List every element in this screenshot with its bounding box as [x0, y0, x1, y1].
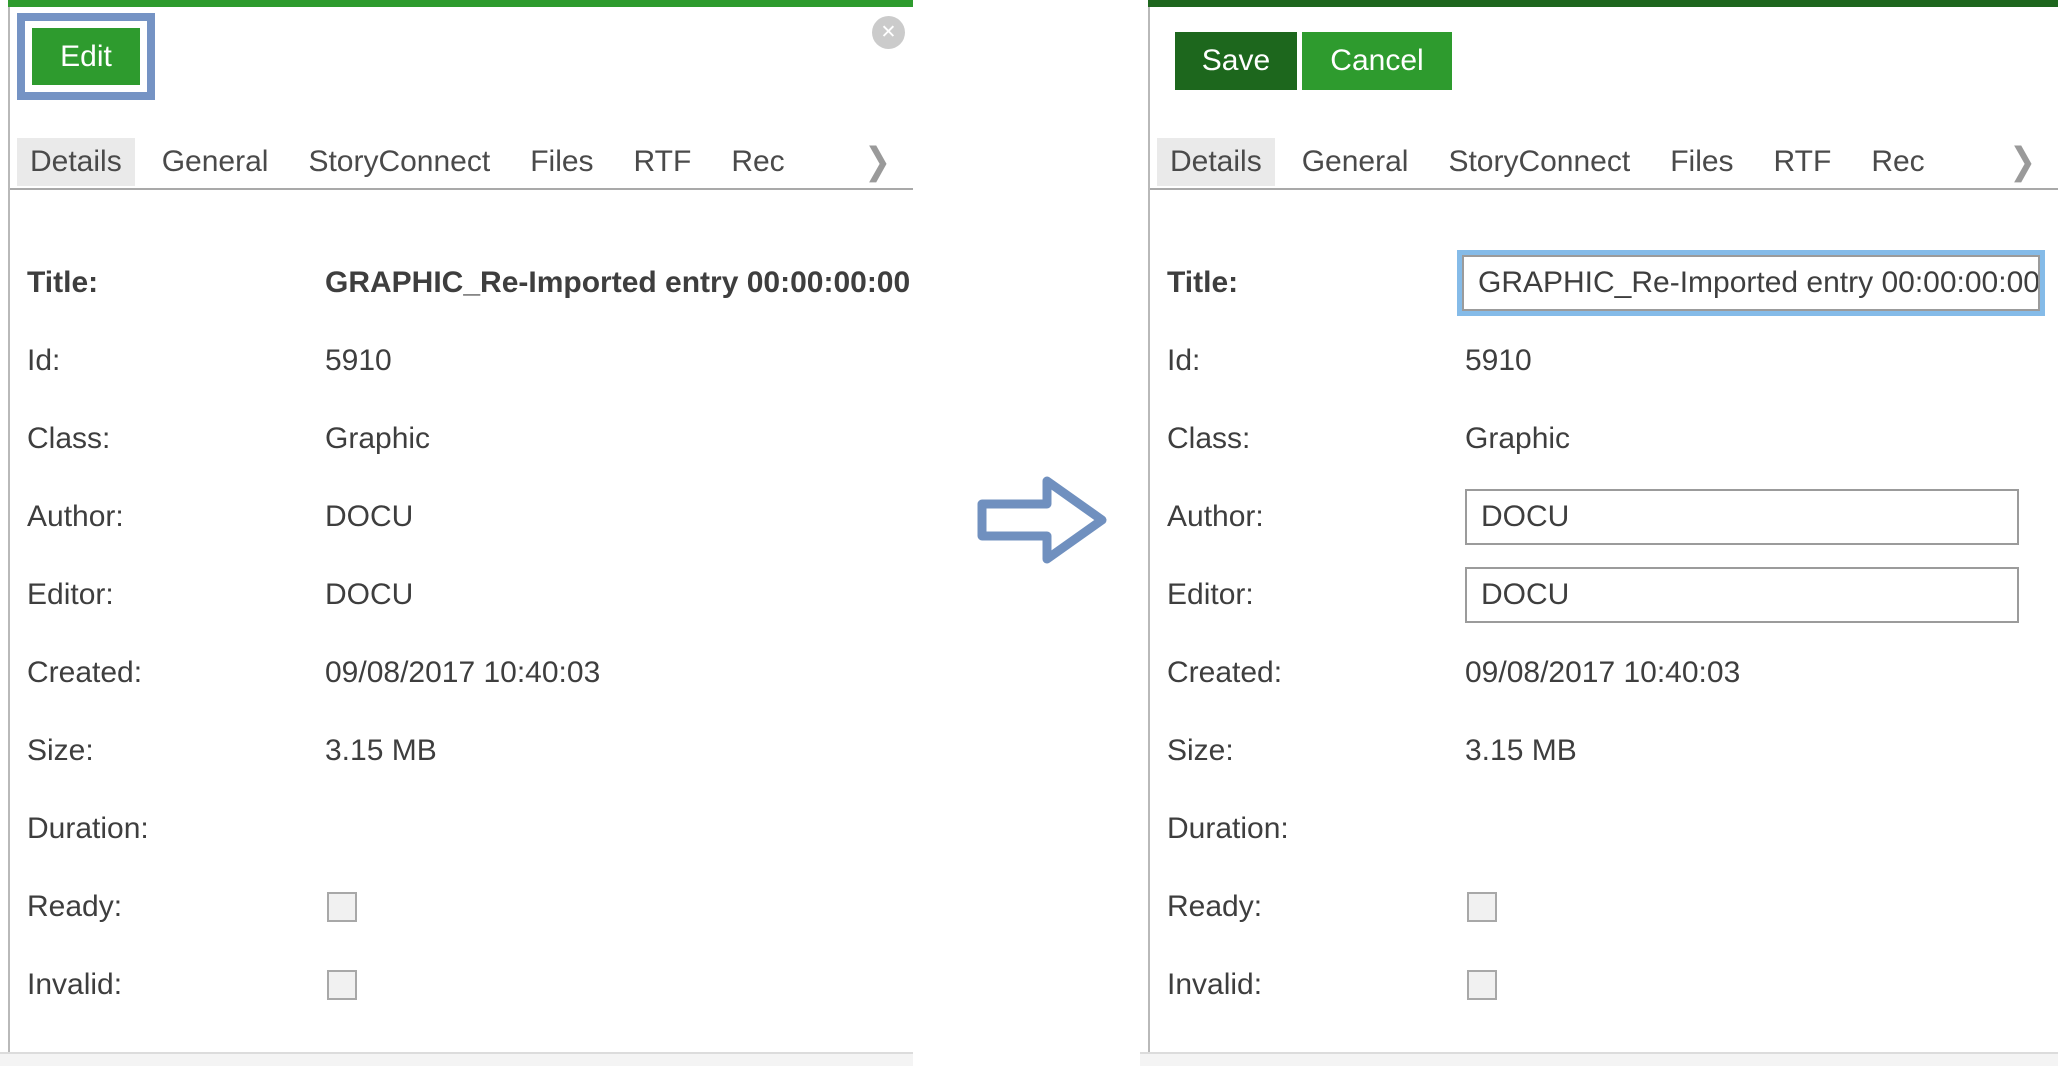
- tab-details[interactable]: Details: [17, 138, 135, 186]
- tab-files[interactable]: Files: [517, 138, 606, 186]
- field-value-author: DOCU: [325, 500, 413, 534]
- field-value-id: 5910: [1465, 344, 1532, 378]
- field-label-ready: Ready:: [1167, 890, 1465, 924]
- field-value-class: Graphic: [325, 422, 430, 456]
- field-value-class: Graphic: [1465, 422, 1570, 456]
- field-row-invalid: Invalid:: [10, 946, 913, 1024]
- field-value-size: 3.15 MB: [1465, 734, 1577, 768]
- field-label-class: Class:: [27, 422, 325, 456]
- horizontal-scrollbar[interactable]: [1140, 1052, 2058, 1066]
- field-row-editor: Editor:DOCU: [10, 556, 913, 634]
- field-row-author: Author:DOCU: [10, 478, 913, 556]
- field-value-editor: DOCU: [325, 578, 413, 612]
- invalid-checkbox-unchecked[interactable]: [1467, 970, 1497, 1000]
- field-row-size: Size:3.15 MB: [1150, 712, 2058, 790]
- field-label-duration: Duration:: [27, 812, 325, 846]
- input-value: GRAPHIC_Re-Imported entry 00:00:00:00: [1478, 266, 2040, 300]
- field-row-id: Id:5910: [1150, 322, 2058, 400]
- tab-bar: Details General StoryConnect Files RTF Rec: [1150, 136, 2058, 190]
- editor-input[interactable]: DOCU: [1465, 567, 2019, 623]
- details-fields: Title:GRAPHIC_Re-Imported entry 00:00:00…: [10, 192, 913, 1052]
- details-fields: Title: GRAPHIC_Re-Imported entry 00:00:00…: [1150, 192, 2058, 1052]
- field-label-editor: Editor:: [27, 578, 325, 612]
- details-panel-view-mode: Edit ✕ Details General StoryConnect Files RT…: [0, 0, 913, 1066]
- horizontal-scrollbar[interactable]: [0, 1052, 913, 1066]
- input-value: DOCU: [1481, 500, 1569, 534]
- tab-rec[interactable]: Rec: [1858, 138, 1937, 186]
- input-value: DOCU: [1481, 578, 1569, 612]
- edit-button[interactable]: Edit: [32, 28, 140, 85]
- field-label-size: Size:: [27, 734, 325, 768]
- save-button[interactable]: Save: [1175, 32, 1297, 90]
- field-label-invalid: Invalid:: [27, 968, 325, 1002]
- panel-top-accent-bar: [1148, 0, 2058, 7]
- field-value-size: 3.15 MB: [325, 734, 437, 768]
- field-row-title: Title: GRAPHIC_Re-Imported entry 00:00:00…: [1150, 244, 2058, 322]
- field-label-author: Author:: [1167, 500, 1465, 534]
- panel-top-accent-bar: [8, 0, 913, 7]
- tab-general[interactable]: General: [1289, 138, 1422, 186]
- field-row-class: Class:Graphic: [1150, 400, 2058, 478]
- invalid-checkbox-unchecked[interactable]: [327, 970, 357, 1000]
- field-value-created: 09/08/2017 10:40:03: [325, 656, 600, 690]
- title-input[interactable]: GRAPHIC_Re-Imported entry 00:00:00:00: [1462, 255, 2040, 311]
- field-label-ready: Ready:: [27, 890, 325, 924]
- tab-details[interactable]: Details: [1157, 138, 1275, 186]
- cancel-button[interactable]: Cancel: [1302, 32, 1452, 90]
- field-label-class: Class:: [1167, 422, 1465, 456]
- field-label-editor: Editor:: [1167, 578, 1465, 612]
- tab-rec[interactable]: Rec: [718, 138, 797, 186]
- tab-bar: Details General StoryConnect Files RTF Rec: [10, 136, 913, 190]
- ready-checkbox-unchecked[interactable]: [327, 892, 357, 922]
- field-row-created: Created:09/08/2017 10:40:03: [1150, 634, 2058, 712]
- field-row-size: Size:3.15 MB: [10, 712, 913, 790]
- field-row-duration: Duration:: [1150, 790, 2058, 868]
- tab-files[interactable]: Files: [1657, 138, 1746, 186]
- details-panel-edit-mode: Save Cancel Details General StoryConnect Fi…: [1140, 0, 2058, 1066]
- field-row-title: Title:GRAPHIC_Re-Imported entry 00:00:00…: [10, 244, 913, 322]
- field-label-id: Id:: [27, 344, 325, 378]
- tab-general[interactable]: General: [149, 138, 282, 186]
- field-label-title: Title:: [27, 266, 325, 300]
- field-row-invalid: Invalid:: [1150, 946, 2058, 1024]
- field-row-created: Created:09/08/2017 10:40:03: [10, 634, 913, 712]
- field-row-duration: Duration:: [10, 790, 913, 868]
- right-arrow-icon: [975, 470, 1110, 570]
- close-icon[interactable]: ✕: [872, 16, 905, 49]
- field-label-invalid: Invalid:: [1167, 968, 1465, 1002]
- field-row-editor: Editor: DOCU: [1150, 556, 2058, 634]
- field-row-ready: Ready:: [10, 868, 913, 946]
- field-label-size: Size:: [1167, 734, 1465, 768]
- field-row-ready: Ready:: [1150, 868, 2058, 946]
- field-label-created: Created:: [27, 656, 325, 690]
- field-value-created: 09/08/2017 10:40:03: [1465, 656, 1740, 690]
- chevron-right-icon[interactable]: ❯: [2009, 139, 2036, 183]
- tab-storyconnect[interactable]: StoryConnect: [1435, 138, 1643, 186]
- field-label-created: Created:: [1167, 656, 1465, 690]
- field-row-id: Id:5910: [10, 322, 913, 400]
- field-label-author: Author:: [27, 500, 325, 534]
- tab-storyconnect[interactable]: StoryConnect: [295, 138, 503, 186]
- author-input[interactable]: DOCU: [1465, 489, 2019, 545]
- edit-button-highlight-box: Edit: [17, 13, 155, 100]
- field-label-id: Id:: [1167, 344, 1465, 378]
- chevron-right-icon[interactable]: ❯: [864, 139, 891, 183]
- field-row-class: Class:Graphic: [10, 400, 913, 478]
- tab-rtf[interactable]: RTF: [621, 138, 705, 186]
- field-row-author: Author: DOCU: [1150, 478, 2058, 556]
- tab-rtf[interactable]: RTF: [1761, 138, 1845, 186]
- field-value-id: 5910: [325, 344, 392, 378]
- field-value-title: GRAPHIC_Re-Imported entry 00:00:00:00: [325, 266, 910, 300]
- ready-checkbox-unchecked[interactable]: [1467, 892, 1497, 922]
- field-label-title: Title:: [1167, 266, 1465, 300]
- field-label-duration: Duration:: [1167, 812, 1465, 846]
